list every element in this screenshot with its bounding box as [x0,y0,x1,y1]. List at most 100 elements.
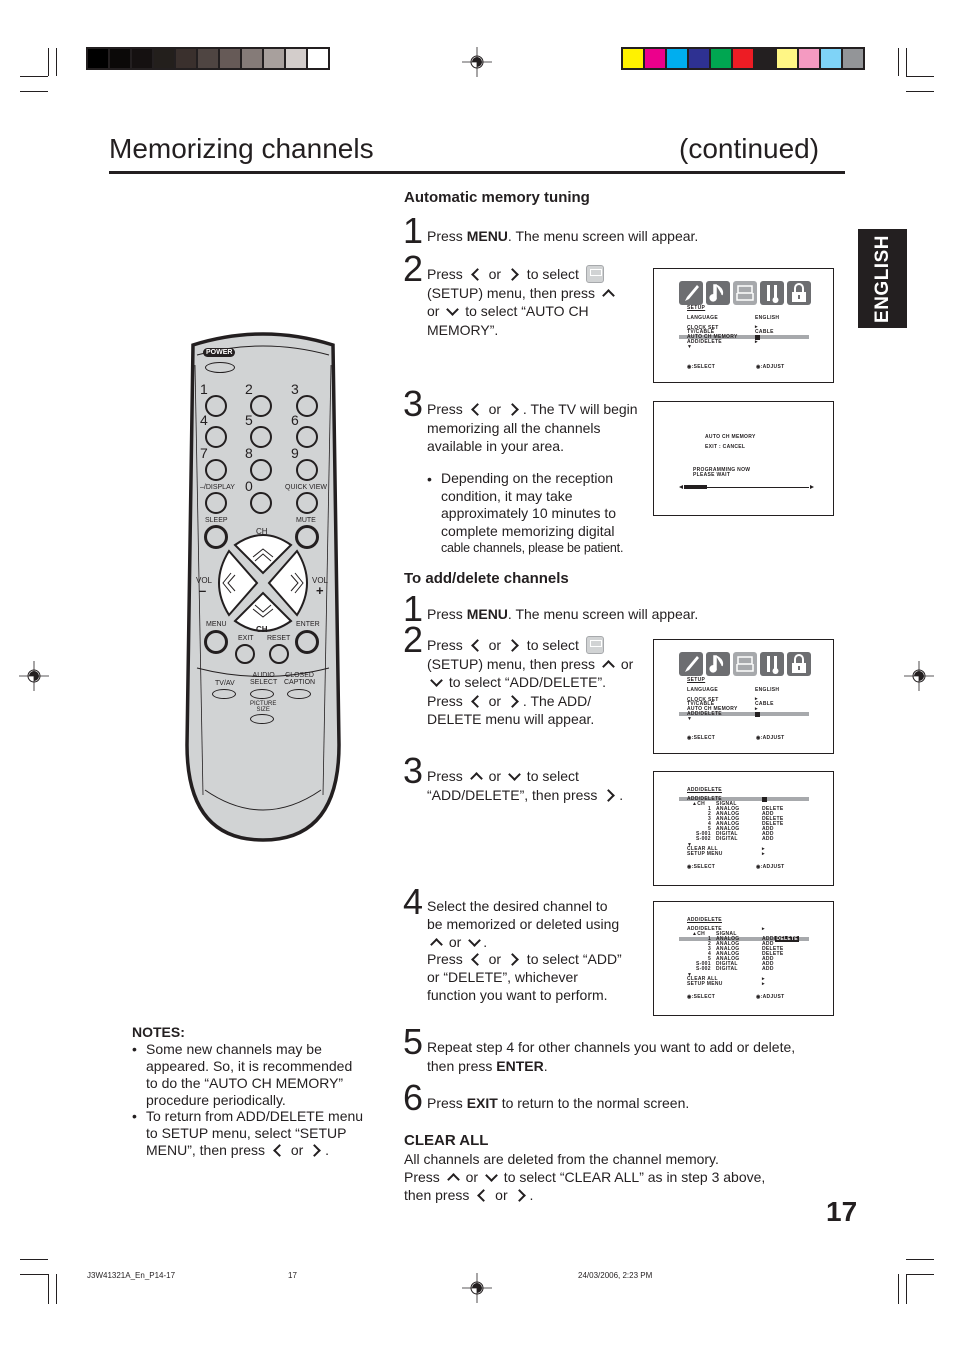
step-number: 2 [403,619,424,660]
select-hint: ◉:SELECT [687,364,716,370]
menu-row-value: ▸ [762,981,765,987]
down-arrow-icon [467,936,481,948]
text: Select the desired channel to [427,898,608,914]
gray-swatch [264,49,284,68]
digit-button-3[interactable] [296,395,318,417]
digit-button-7[interactable] [205,459,227,481]
display-label: –/DISPLAY [200,484,235,491]
tv-screen-setup-add-delete: SETUP LANGUAGE ENGLISH CLOCK SET ▸ TV/CA… [653,639,834,754]
text: MEMORY”. [427,321,499,338]
audio-select-button[interactable] [250,689,274,699]
sleep-button[interactable] [204,525,228,549]
setup-menu-item: SETUP MENU [687,981,723,987]
text: to do the “AUTO CH MEMORY” [146,1075,344,1091]
quick-view-button[interactable] [296,492,318,514]
clear-all-text: Press or to select “CLEAR ALL” as in ste… [404,1168,765,1186]
text: or “DELETE”, whichever [427,969,578,986]
menu-row-value: ▸ [762,851,765,857]
text: . [325,1142,330,1158]
clear-all-text: All channels are deleted from the channe… [404,1151,719,1167]
title-rule [109,171,845,174]
reset-button[interactable] [269,644,289,664]
text: or [484,951,505,968]
picture-brush-icon [679,652,703,676]
up-arrow-icon [446,1171,460,1183]
step-number: 1 [403,210,424,251]
text: Some new channels may be [146,1041,322,1057]
digit-button-4[interactable] [205,426,227,448]
tv-screen-add-delete-menu: ADD/DELETE ADD/DELETE ▲CH SIGNAL 1 ANALOG… [653,771,834,886]
digit-button-0[interactable] [250,492,272,514]
step-number: 3 [403,383,424,424]
text: CLOSED [285,672,314,679]
page-number: 17 [826,1196,858,1227]
progress-right-arrow-icon [810,485,814,489]
text: or [484,692,505,709]
tvav-button[interactable] [212,689,236,699]
digit-label: 7 [200,445,208,461]
digit-button-1[interactable] [205,395,227,417]
gray-swatch [88,49,108,68]
text: complete memorizing digital [441,522,615,539]
registration-mark-icon [19,661,49,691]
menu-icon-row [679,281,811,305]
step-text: Press or . The TV will begin memorizing … [427,400,638,456]
vol-up-button[interactable] [275,553,315,613]
text: Press [427,692,467,709]
text: :SELECT [691,735,716,741]
tvav-label: TV/AV [215,680,235,687]
digit-button-8[interactable] [250,459,272,481]
menu-button[interactable] [204,630,228,654]
step-text: Select the desired channel to be memoriz… [427,898,622,1005]
sleep-label: SLEEP [205,517,228,524]
exit-button[interactable] [235,644,255,664]
color-swatch [711,49,731,68]
step-text: Repeat step 4 for other channels you wan… [427,1038,795,1075]
tv-screen-add-delete-select: ADD/DELETE ADD/DELETE ▸ ▲CH SIGNAL 1 ANAL… [653,901,834,1016]
exit-label: EXIT [238,635,254,642]
text: (SETUP) menu, then press [427,655,599,672]
text: MENU”, then press [146,1142,269,1158]
lock-icon [787,652,811,676]
text: . [483,933,488,950]
text: Press [427,637,467,653]
channel-signal: DIGITAL [716,836,738,842]
audio-select-label: AUDIO SELECT [250,672,277,686]
footer-page: 17 [288,1271,297,1280]
enter-button[interactable] [295,630,319,654]
digit-button-9[interactable] [296,459,318,481]
picture-size-button[interactable] [250,714,274,724]
text: available in your area. [427,438,564,454]
left-arrow-icon [475,1189,489,1201]
mute-button[interactable] [295,525,319,549]
text: . The ADD/ [522,692,592,709]
left-arrow-icon [469,953,483,965]
digit-button-2[interactable] [250,395,272,417]
menu-row-label: LANGUAGE [687,315,719,321]
lock-icon [787,281,811,305]
color-swatch [689,49,709,68]
progress-left-arrow-icon [679,485,683,489]
digit-button-6[interactable] [296,426,318,448]
gray-swatch [176,49,196,68]
display-button[interactable] [205,492,227,514]
vol-down-button[interactable] [211,553,251,613]
power-button[interactable] [205,362,235,373]
text: condition, it may take [441,487,573,504]
step-number: 2 [403,248,424,289]
bullet: • [132,1041,137,1057]
digit-label: 6 [291,412,299,428]
digit-button-5[interactable] [250,426,272,448]
down-arrow-icon [507,770,521,782]
clear-all-heading: CLEAR ALL [404,1132,489,1149]
menu-icon-row [679,652,811,676]
clear-all-text: then press or . [404,1186,533,1204]
text: SELECT [250,679,278,686]
section-heading-auto-memory: Automatic memory tuning [404,189,590,206]
adjust-hint: ◉:ADJUST [756,994,785,1000]
closed-caption-button[interactable] [287,689,311,699]
text: . The menu screen will appear. [507,606,699,622]
color-swatch [645,49,665,68]
text: appeared. So, it is recommended [146,1058,353,1074]
menu-row-value [762,797,767,804]
